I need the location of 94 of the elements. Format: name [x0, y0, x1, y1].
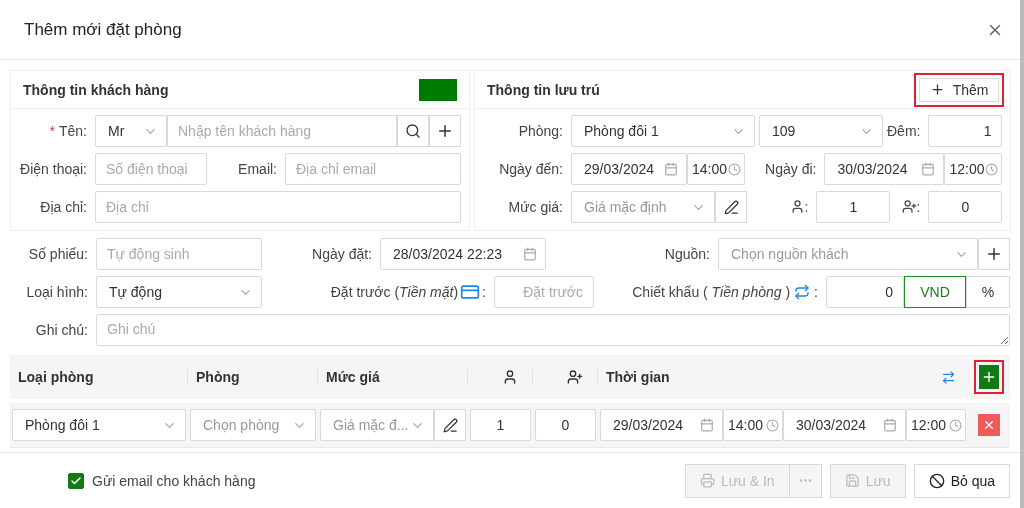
person-plus-icon	[567, 369, 583, 385]
search-icon	[405, 123, 421, 139]
name-input[interactable]: Nhập tên khách hàng	[167, 115, 397, 147]
clock-icon	[949, 418, 962, 432]
person-icon	[789, 199, 805, 214]
note-field[interactable]: Ghi chú	[96, 314, 1010, 346]
departure-time-field[interactable]: 12:00	[944, 153, 1003, 185]
cancel-button[interactable]: Bỏ qua	[913, 463, 1010, 498]
add-button[interactable]	[978, 238, 1010, 270]
required-mark: *	[49, 123, 55, 139]
calendar-icon	[523, 247, 537, 261]
pen-icon	[723, 199, 739, 215]
save-icon	[844, 473, 860, 488]
field-label: Email:	[237, 161, 278, 177]
unit-toggle[interactable]: %	[966, 276, 1010, 308]
color-swatch[interactable]	[419, 78, 457, 101]
dialog-title: Thêm mới đặt phòng	[24, 19, 182, 40]
plus-icon	[981, 369, 997, 385]
plus-icon	[929, 82, 945, 97]
section-title: Thông tin lưu trú	[487, 81, 600, 98]
booking-date-field[interactable]: 28/03/2024 22:23	[380, 238, 546, 270]
departure-date-field[interactable]: 30/03/2024	[783, 409, 906, 441]
salutation-select[interactable]: Mr	[95, 115, 167, 147]
departure-date-field[interactable]: 30/03/2024	[824, 153, 945, 185]
field-label: Ngày đến:	[498, 161, 564, 177]
column-header: Phòng	[188, 369, 318, 385]
clock-icon	[766, 418, 779, 432]
field-label: Loại hình:	[25, 284, 89, 300]
add-button[interactable]	[429, 115, 461, 147]
field-label: Chiết khấu ( Tiền phòng ) :	[631, 284, 819, 300]
column-header: Mức giá	[318, 369, 468, 385]
close-icon	[982, 418, 996, 432]
discount-input[interactable]: 0	[826, 276, 904, 308]
edit-button[interactable]	[434, 409, 466, 441]
room-type-select[interactable]: Phòng đôi 1	[12, 409, 186, 441]
adults-input[interactable]: 1	[470, 409, 531, 441]
cancel-icon	[928, 472, 945, 489]
field-label: Mức giá:	[507, 199, 564, 215]
phone-input[interactable]: Số điện thoại	[95, 153, 207, 185]
printer-icon	[699, 473, 715, 488]
swap-icon[interactable]	[941, 369, 956, 385]
checkbox[interactable]	[68, 472, 84, 489]
adults-input[interactable]: 1	[816, 191, 891, 223]
checkbox-label: Gửi email cho khách hàng	[92, 472, 256, 489]
arrival-date-field[interactable]: 29/03/2024	[600, 409, 723, 441]
edit-button[interactable]	[715, 191, 747, 223]
field-label: :	[751, 199, 813, 215]
add-button[interactable]: Thêm	[918, 77, 1000, 102]
repeat-icon	[794, 284, 811, 300]
field-label: Đêm:	[887, 123, 922, 139]
voucher-input[interactable]: Tự động sinh	[96, 238, 262, 270]
field-label: Điện thoại:	[19, 161, 88, 177]
card-icon	[460, 282, 481, 302]
field-label: :	[894, 199, 925, 215]
arrival-time-field[interactable]: 14:00	[687, 153, 745, 185]
check-icon	[70, 474, 82, 487]
column-header: Loại phòng	[10, 369, 188, 385]
room-number-select[interactable]: 109	[759, 115, 883, 147]
deposit-input[interactable]: Đặt trước	[494, 276, 594, 308]
children-input[interactable]: 0	[535, 409, 596, 441]
room-type-select[interactable]: Phòng đôi 1	[571, 115, 755, 147]
plus-icon	[985, 245, 1003, 263]
field-label: Phòng:	[517, 123, 564, 139]
plus-icon	[436, 122, 454, 140]
field-label: Ngày đi:	[764, 161, 818, 177]
field-label: Địa chỉ:	[39, 199, 88, 215]
clock-icon	[728, 162, 741, 176]
field-label: Đặt trước (Tiền mặt) :	[329, 282, 487, 302]
field-label: Ngày đặt:	[311, 246, 373, 262]
email-input[interactable]: Địa chỉ email	[285, 153, 461, 185]
section-title: Thông tin khách hàng	[23, 81, 169, 98]
field-label: * Tên:	[48, 123, 88, 139]
calendar-icon	[700, 418, 714, 432]
search-button[interactable]	[397, 115, 429, 147]
address-input[interactable]: Địa chỉ	[95, 191, 461, 223]
person-icon	[502, 369, 518, 385]
pen-icon	[442, 417, 458, 433]
calendar-icon	[921, 162, 936, 176]
arrival-date-field[interactable]: 29/03/2024	[571, 153, 687, 185]
calendar-icon	[664, 162, 678, 176]
person-plus-icon	[901, 199, 917, 214]
type-select[interactable]: Tự động	[96, 276, 262, 308]
clock-icon	[985, 162, 999, 176]
field-label: Ghi chú:	[34, 322, 89, 338]
column-header: Thời gian	[606, 369, 670, 385]
departure-time-field[interactable]: 12:00	[906, 409, 966, 441]
children-input[interactable]: 0	[928, 191, 1003, 223]
arrival-time-field[interactable]: 14:00	[723, 409, 783, 441]
delete-button[interactable]	[978, 414, 1000, 436]
nights-input[interactable]: 1	[928, 115, 1003, 147]
calendar-icon	[883, 418, 897, 432]
unit-toggle[interactable]: VND	[904, 276, 966, 308]
field-label: Số phiếu:	[27, 246, 89, 262]
field-label: Nguồn:	[663, 246, 711, 262]
